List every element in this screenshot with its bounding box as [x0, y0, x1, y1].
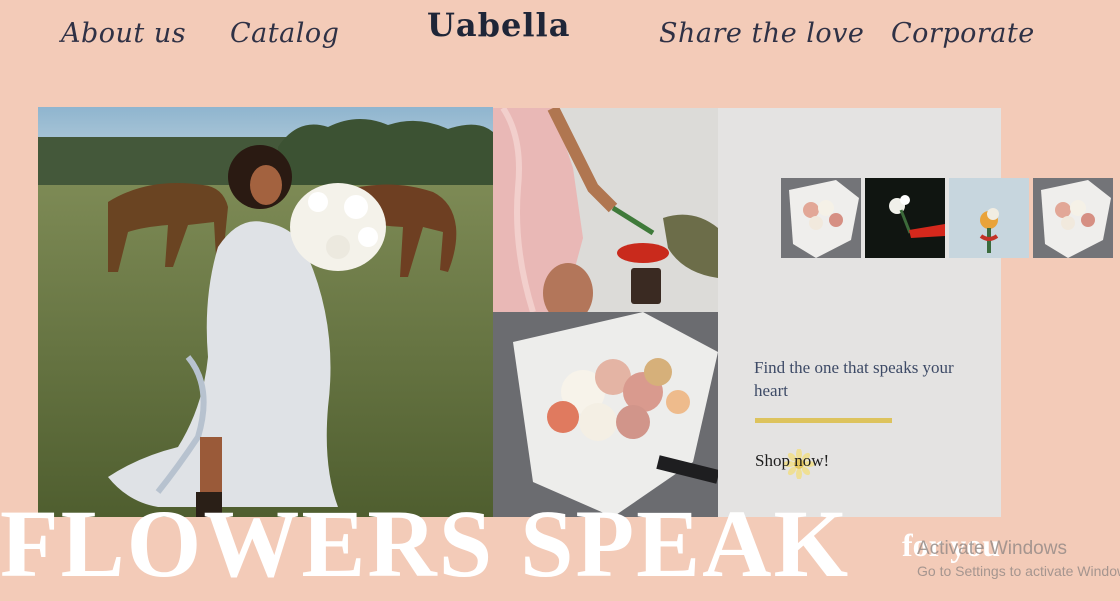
thumbnail-4[interactable] — [1033, 178, 1113, 258]
nav-about-us[interactable]: About us — [61, 18, 186, 49]
thumbnail-2[interactable] — [865, 178, 945, 258]
wrapped-bouquet-image — [493, 312, 718, 517]
brand-logo[interactable]: Uabella — [427, 6, 570, 44]
thumbnail-3[interactable] — [949, 178, 1029, 258]
shop-now-button[interactable]: Shop now! — [755, 451, 829, 471]
bouquet-wrapped-image — [781, 178, 861, 258]
hero-headline: FLOWERS SPEAK — [0, 490, 851, 597]
nav-share-the-love[interactable]: Share the love — [659, 18, 864, 49]
activate-windows-subtitle: Go to Settings to activate Windows. — [917, 563, 1120, 579]
tagline-underline — [755, 418, 892, 423]
activate-windows-title: Activate Windows — [917, 538, 1067, 559]
thumbnail-1[interactable] — [781, 178, 861, 258]
orange-flower-blue-image — [949, 178, 1029, 258]
hero-woman-horses-image — [38, 107, 493, 517]
promo-tagline: Find the one that speaks your heart — [754, 358, 954, 400]
bouquet-wrapped-image — [1033, 178, 1113, 258]
white-flowers-dark-image — [865, 178, 945, 258]
nav-catalog[interactable]: Catalog — [230, 18, 339, 49]
satin-dress-flowers-image — [493, 108, 718, 312]
nav-corporate[interactable]: Corporate — [891, 18, 1035, 49]
